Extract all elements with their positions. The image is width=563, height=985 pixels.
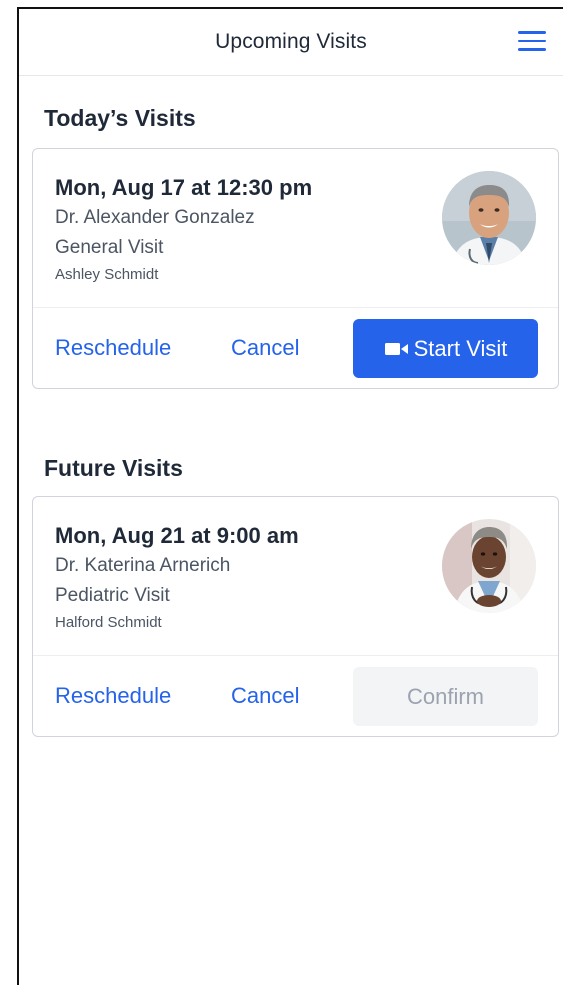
start-visit-label: Start Visit [413, 335, 508, 361]
visit-datetime: Mon, Aug 21 at 9:00 am [55, 523, 299, 548]
doctor-avatar [442, 519, 536, 613]
visit-card-actions: Reschedule Cancel Confirm [33, 655, 558, 737]
visit-card-details: Mon, Aug 17 at 12:30 pm Dr. Alexander Go… [33, 149, 558, 308]
visit-card-future: Mon, Aug 21 at 9:00 am Dr. Katerina Arne… [32, 496, 559, 737]
confirm-button[interactable]: Confirm [353, 667, 538, 726]
visit-type: Pediatric Visit [55, 585, 170, 606]
doctor-name: Dr. Katerina Arnerich [55, 555, 231, 576]
reschedule-button[interactable]: Reschedule [55, 335, 171, 361]
reschedule-button[interactable]: Reschedule [55, 683, 171, 709]
cancel-button[interactable]: Cancel [231, 335, 299, 361]
page-title: Upcoming Visits [215, 30, 367, 53]
section-title-today: Today’s Visits [44, 105, 196, 131]
top-header: Upcoming Visits [19, 9, 563, 76]
visit-card-details: Mon, Aug 21 at 9:00 am Dr. Katerina Arne… [33, 497, 558, 656]
visit-datetime: Mon, Aug 17 at 12:30 pm [55, 175, 313, 200]
cancel-button[interactable]: Cancel [231, 683, 299, 709]
start-visit-button[interactable]: Start Visit [353, 319, 538, 378]
doctor-name: Dr. Alexander Gonzalez [55, 207, 255, 228]
section-title-future: Future Visits [44, 455, 183, 481]
visit-card-actions: Reschedule Cancel Start Visit [33, 307, 558, 389]
video-camera-icon [384, 342, 408, 355]
visit-card-today: Mon, Aug 17 at 12:30 pm Dr. Alexander Go… [32, 148, 559, 389]
app-frame: Upcoming Visits Today’s Visits Mon, Aug … [17, 7, 563, 985]
patient-name: Halford Schmidt [55, 614, 162, 631]
visit-type: General Visit [55, 237, 164, 258]
patient-name: Ashley Schmidt [55, 266, 159, 283]
doctor-avatar [442, 171, 536, 265]
menu-icon[interactable] [518, 30, 546, 52]
